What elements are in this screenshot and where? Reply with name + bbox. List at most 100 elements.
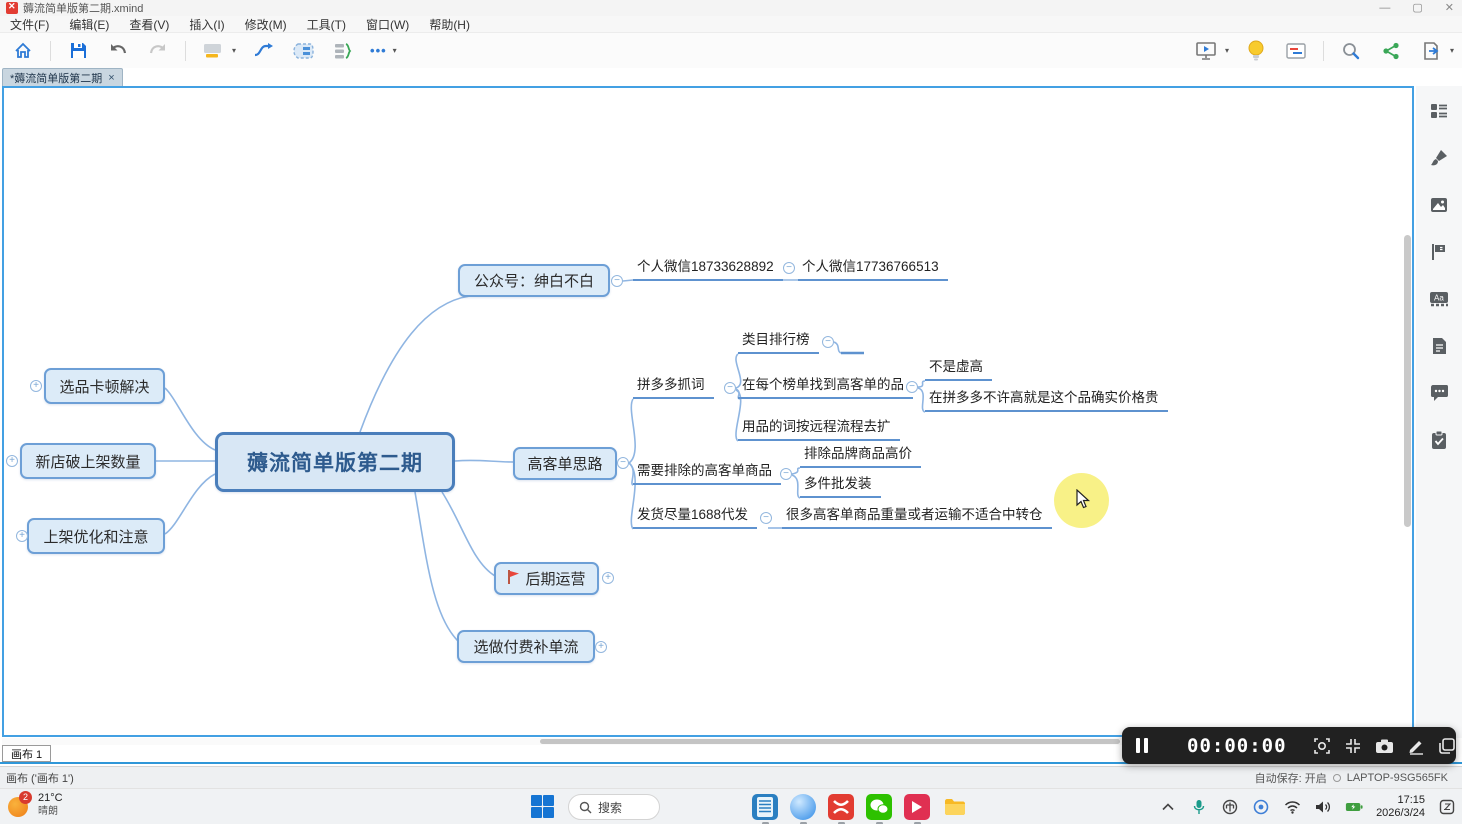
topic-high-value-strategy[interactable]: 高客单思路 bbox=[513, 447, 617, 480]
task-icon[interactable] bbox=[1428, 429, 1450, 451]
browser-app-icon[interactable] bbox=[790, 794, 816, 820]
save-icon[interactable] bbox=[65, 38, 91, 64]
undo-icon[interactable] bbox=[105, 38, 131, 64]
node-category-ranking[interactable]: 类目排行榜 bbox=[738, 331, 819, 354]
boundary-icon[interactable] bbox=[290, 38, 316, 64]
tab-close-icon[interactable]: × bbox=[108, 72, 114, 84]
collapse-icon[interactable]: − bbox=[822, 336, 834, 348]
topic-listing-optimization[interactable]: 上架优化和注意 bbox=[27, 518, 165, 554]
weather-widget[interactable]: 2 21°C 晴朗 bbox=[8, 792, 63, 818]
export-dropdown-icon[interactable]: ▾ bbox=[1450, 46, 1454, 55]
vertical-scrollbar[interactable] bbox=[1404, 235, 1411, 527]
more-tools-icon[interactable]: ••• bbox=[370, 43, 387, 58]
node-personal-wechat-2[interactable]: 个人微信17736766513 bbox=[798, 258, 948, 281]
expand-icon[interactable]: + bbox=[16, 530, 28, 542]
ime-icon[interactable] bbox=[1221, 798, 1239, 816]
file-explorer-icon[interactable] bbox=[942, 794, 968, 820]
microphone-icon[interactable] bbox=[1190, 798, 1208, 816]
close-button[interactable]: ✕ bbox=[1445, 1, 1454, 15]
presentation-icon[interactable] bbox=[1193, 38, 1219, 64]
more-dropdown-icon[interactable]: ▾ bbox=[393, 46, 397, 55]
start-button[interactable] bbox=[530, 794, 556, 820]
document-tab[interactable]: *薅流简单版第二期 × bbox=[2, 68, 123, 86]
node-items-to-exclude[interactable]: 需要排除的高客单商品 bbox=[633, 462, 781, 485]
format-brush-icon[interactable] bbox=[1428, 147, 1450, 169]
node-not-inflated[interactable]: 不是虚高 bbox=[925, 358, 992, 381]
menu-modify[interactable]: 修改(M) bbox=[245, 16, 287, 33]
shrink-icon[interactable] bbox=[1344, 736, 1362, 756]
notes-app-icon[interactable] bbox=[752, 794, 778, 820]
collapse-icon[interactable]: − bbox=[724, 382, 736, 394]
collapse-icon[interactable]: − bbox=[906, 381, 918, 393]
node-find-high-value-items[interactable]: 在每个榜单找到高客单的品 bbox=[738, 376, 913, 399]
topic-product-selection[interactable]: 选品卡顿解决 bbox=[44, 368, 165, 404]
battery-icon[interactable] bbox=[1345, 798, 1363, 816]
export-icon[interactable] bbox=[1418, 38, 1444, 64]
wifi-icon[interactable] bbox=[1283, 798, 1301, 816]
topic-paid-supplement-flow[interactable]: 选做付费补单流 bbox=[457, 630, 595, 663]
share-icon[interactable] bbox=[1378, 38, 1404, 64]
node-expand-keywords[interactable]: 用品的词按远程流程去扩 bbox=[738, 418, 900, 441]
collapse-icon[interactable]: − bbox=[617, 457, 629, 469]
search-icon[interactable] bbox=[1338, 38, 1364, 64]
comment-icon[interactable] bbox=[1428, 382, 1450, 404]
notes-icon[interactable] bbox=[1428, 335, 1450, 357]
menu-window[interactable]: 窗口(W) bbox=[366, 16, 409, 33]
outline-icon[interactable] bbox=[1428, 100, 1450, 122]
panel-icon[interactable] bbox=[1283, 38, 1309, 64]
node-personal-wechat-1[interactable]: 个人微信18733628892 bbox=[633, 258, 783, 281]
sheet-tab-canvas1[interactable]: 画布 1 bbox=[2, 745, 51, 762]
summary-icon[interactable] bbox=[330, 38, 356, 64]
tray-chevron-up-icon[interactable] bbox=[1159, 798, 1177, 816]
sticker-icon[interactable]: Aa bbox=[1428, 288, 1450, 310]
topic-new-store-listing[interactable]: 新店破上架数量 bbox=[20, 443, 156, 479]
node-ship-via-1688[interactable]: 发货尽量1688代发 bbox=[633, 506, 757, 529]
cloud-app-icon[interactable] bbox=[1252, 798, 1270, 816]
presentation-dropdown-icon[interactable]: ▾ bbox=[1225, 46, 1229, 55]
minimize-button[interactable]: — bbox=[1379, 1, 1390, 15]
focus-zoom-icon[interactable] bbox=[1313, 736, 1331, 756]
menu-edit[interactable]: 编辑(E) bbox=[69, 16, 109, 33]
redo-icon[interactable] bbox=[145, 38, 171, 64]
central-topic[interactable]: 薅流简单版第二期 bbox=[215, 432, 455, 492]
notification-icon[interactable] bbox=[1438, 798, 1456, 816]
menu-tools[interactable]: 工具(T) bbox=[307, 16, 346, 33]
collapse-icon[interactable]: − bbox=[783, 262, 795, 274]
xmind-app-icon[interactable] bbox=[828, 794, 854, 820]
topic-later-operations[interactable]: 后期运营 bbox=[494, 562, 599, 595]
menu-view[interactable]: 查看(V) bbox=[129, 16, 169, 33]
node-exclude-brand-items[interactable]: 排除品牌商品高价 bbox=[800, 445, 921, 468]
expand-icon[interactable]: + bbox=[6, 455, 18, 467]
style-icon[interactable] bbox=[200, 38, 226, 64]
menu-help[interactable]: 帮助(H) bbox=[429, 16, 470, 33]
home-icon[interactable] bbox=[10, 38, 36, 64]
expand-icon[interactable]: + bbox=[30, 380, 42, 392]
lightbulb-icon[interactable] bbox=[1243, 38, 1269, 64]
relationship-icon[interactable] bbox=[250, 38, 276, 64]
collapse-icon[interactable]: − bbox=[760, 512, 772, 524]
collapse-icon[interactable]: − bbox=[611, 275, 623, 287]
node-shipping-reason[interactable]: 很多高客单商品重量或者运输不适合中转仓 bbox=[782, 506, 1052, 529]
taskbar-search[interactable]: 搜索 bbox=[568, 794, 660, 820]
menu-file[interactable]: 文件(F) bbox=[10, 16, 49, 33]
taskbar-clock[interactable]: 17:15 2026/3/24 bbox=[1376, 794, 1425, 820]
collapse-icon[interactable]: − bbox=[780, 468, 792, 480]
camera-icon[interactable] bbox=[1375, 736, 1394, 756]
node-pdd-keywords[interactable]: 拼多多抓词 bbox=[633, 376, 714, 399]
marker-flag-icon[interactable] bbox=[1428, 241, 1450, 263]
style-dropdown-icon[interactable]: ▾ bbox=[232, 46, 236, 55]
volume-icon[interactable] bbox=[1314, 798, 1332, 816]
expand-icon[interactable]: + bbox=[602, 572, 614, 584]
topic-wechat-official[interactable]: 公众号：绅白不白 bbox=[458, 264, 610, 297]
node-genuinely-expensive[interactable]: 在拼多多不许高就是这个品确实价格贵 bbox=[925, 389, 1168, 412]
node-bulk-wholesale-pack[interactable]: 多件批发装 bbox=[800, 475, 881, 498]
windows-copy-icon[interactable] bbox=[1438, 736, 1456, 756]
pause-icon[interactable] bbox=[1136, 738, 1148, 753]
video-app-icon[interactable] bbox=[904, 794, 930, 820]
maximize-button[interactable]: ▢ bbox=[1412, 1, 1422, 15]
image-icon[interactable] bbox=[1428, 194, 1450, 216]
wechat-app-icon[interactable] bbox=[866, 794, 892, 820]
pen-icon[interactable] bbox=[1407, 736, 1425, 756]
menu-insert[interactable]: 插入(I) bbox=[189, 16, 224, 33]
horizontal-scrollbar[interactable] bbox=[540, 739, 1120, 744]
